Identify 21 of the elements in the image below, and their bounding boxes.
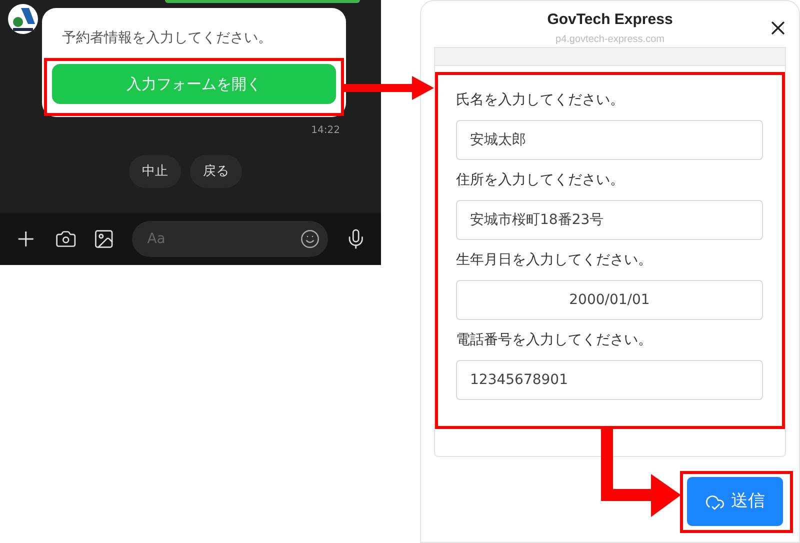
input-field[interactable]: 12345678901	[456, 360, 763, 400]
camera-icon[interactable]	[54, 228, 76, 250]
field-label: 生年月日を入力してください。	[456, 251, 653, 270]
emoji-icon[interactable]	[300, 229, 320, 249]
input-field[interactable]: 安城太郎	[456, 120, 763, 160]
submit-button[interactable]: 送信	[687, 477, 783, 526]
message-time: 14:22	[311, 124, 340, 138]
field-label: 電話番号を入力してください。	[456, 331, 653, 350]
input-field[interactable]: 安城市桜町18番23号	[456, 200, 763, 240]
message-field[interactable]: Aa	[132, 221, 328, 257]
quick-reply-button[interactable]: 戻る	[190, 155, 242, 188]
quick-reply-button[interactable]: 中止	[129, 155, 181, 188]
window-title: GovTech Express	[547, 10, 673, 30]
field-label: 氏名を入力してください。	[456, 91, 625, 110]
message-text: 予約者情報を入力してください。	[61, 29, 272, 48]
image-icon[interactable]	[93, 228, 116, 250]
avatar-icon	[8, 4, 38, 34]
input-field[interactable]: 2000/01/01	[456, 280, 763, 320]
message-input[interactable]: Aa	[147, 228, 300, 250]
window-url: p4.govtech-express.com	[556, 32, 664, 46]
field-label: 住所を入力してください。	[456, 171, 625, 190]
